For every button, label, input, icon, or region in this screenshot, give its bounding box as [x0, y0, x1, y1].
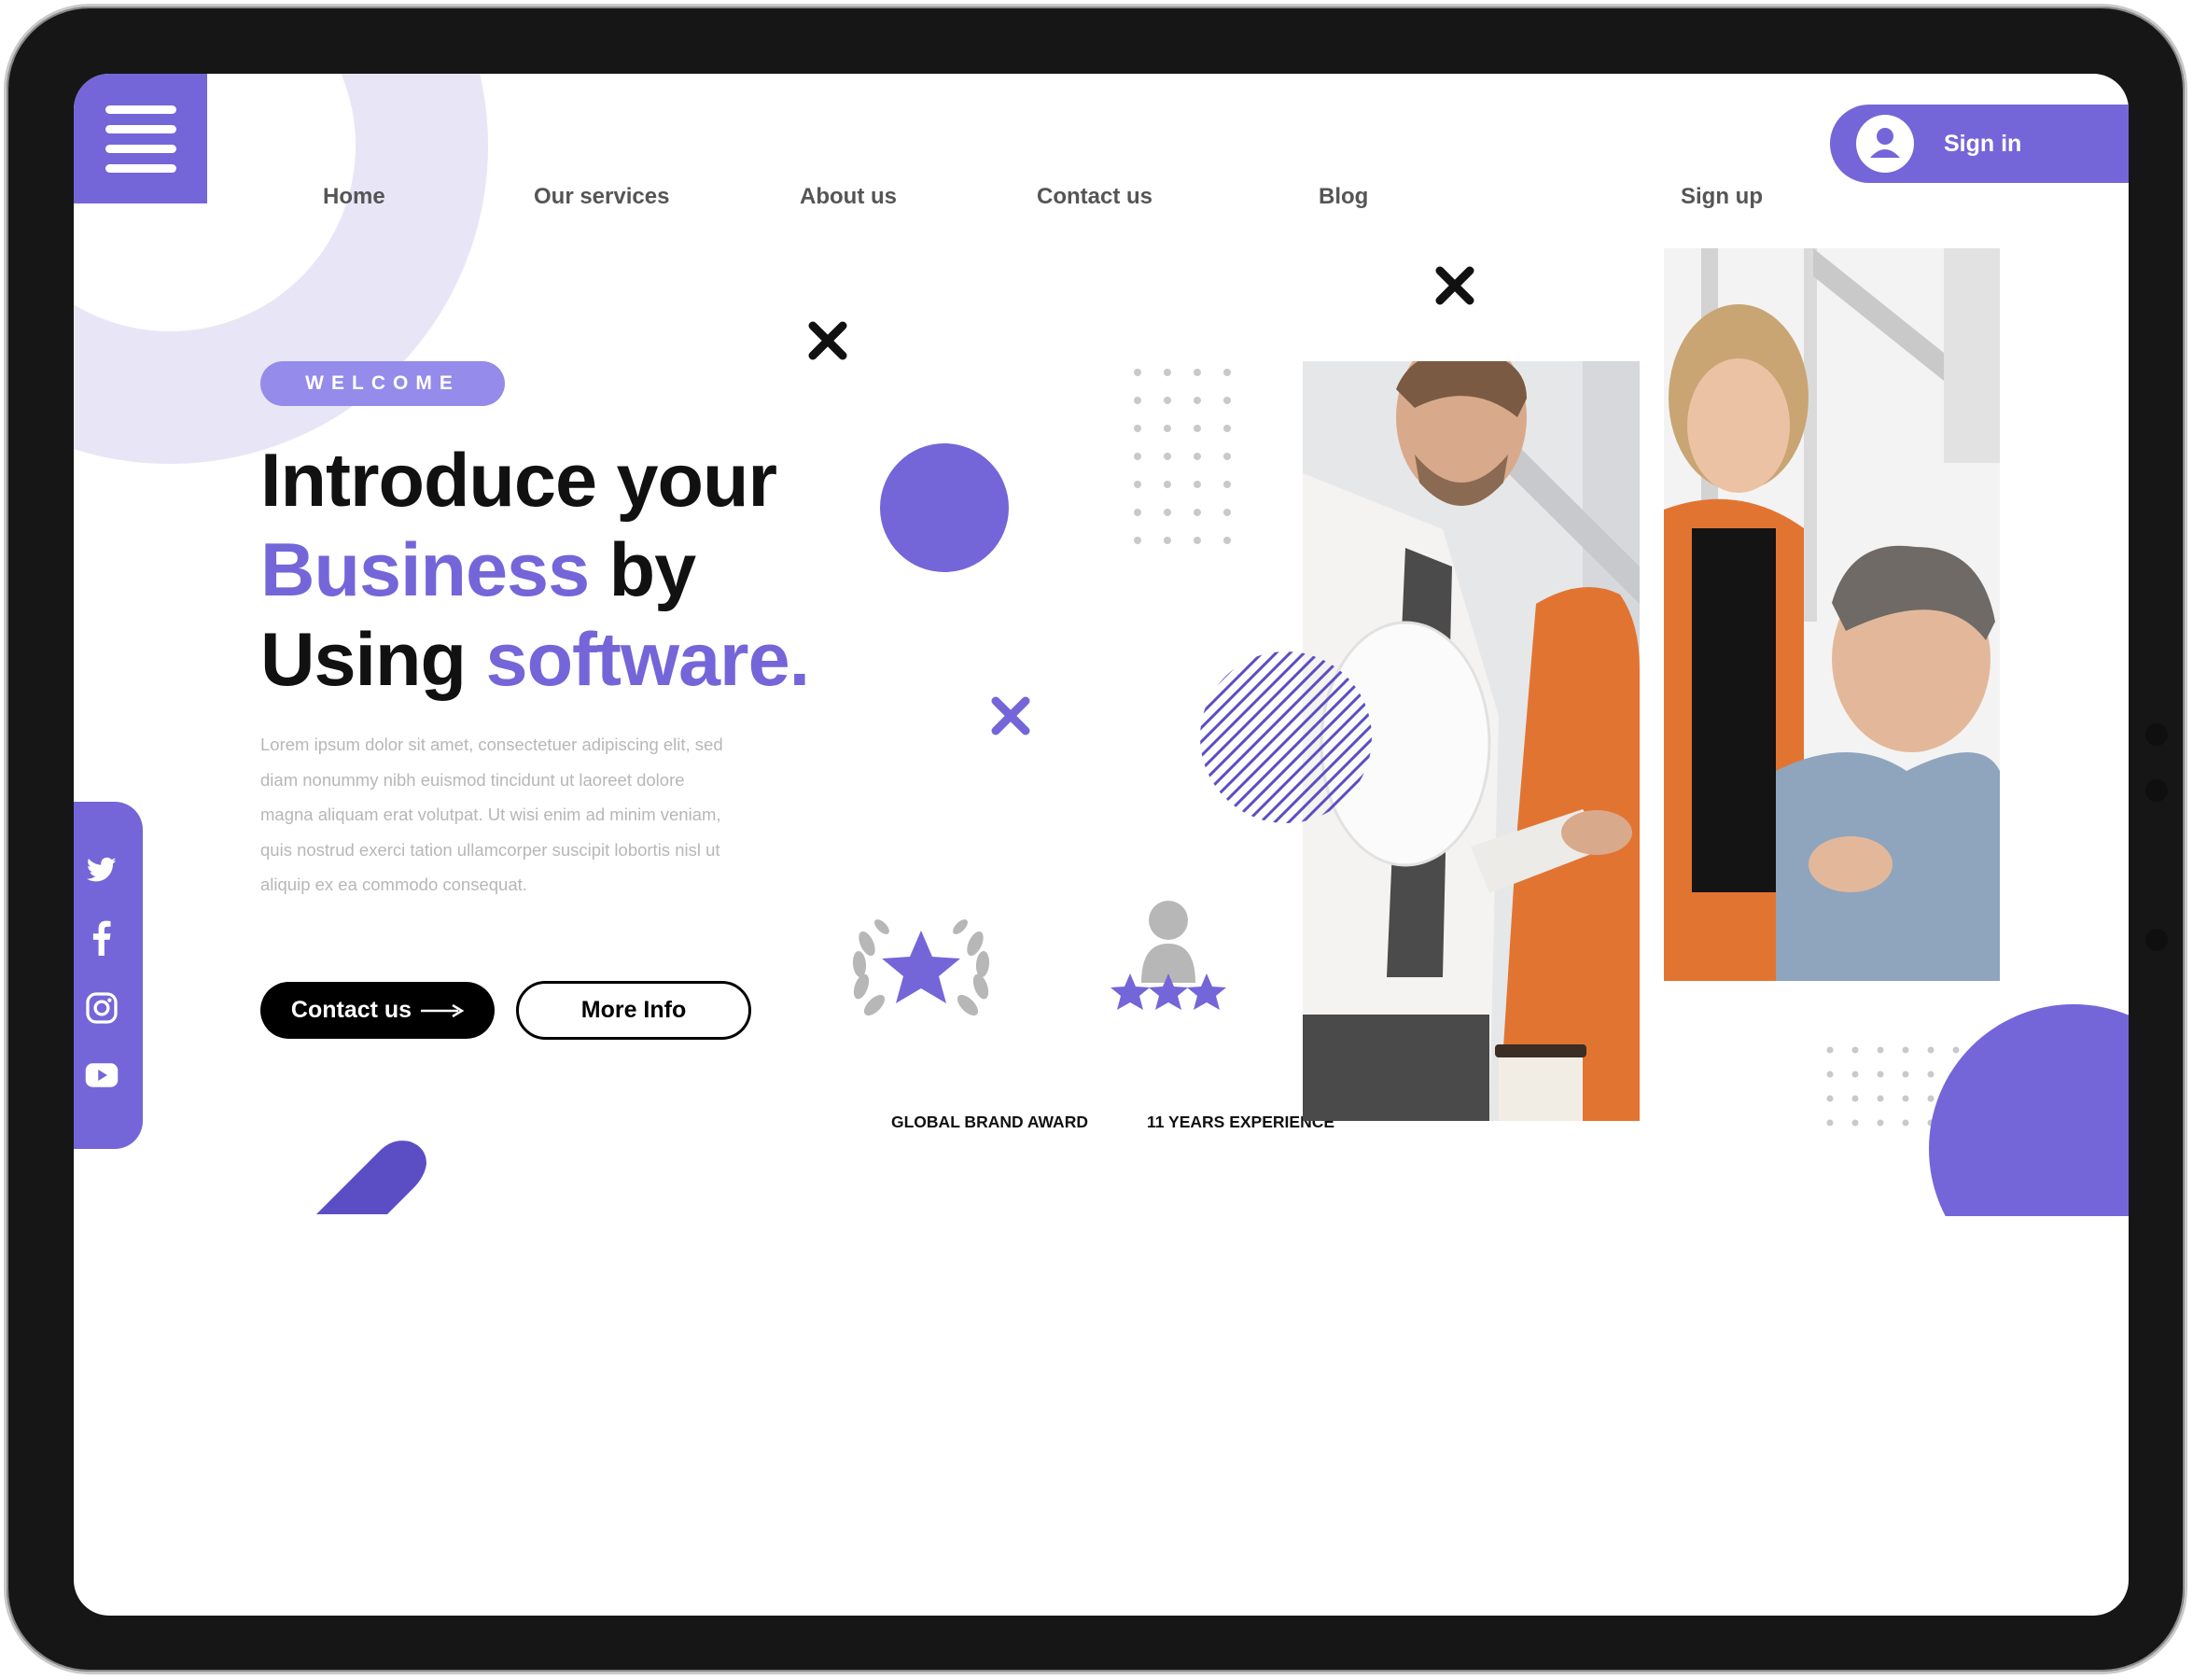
- hamburger-line: [105, 144, 176, 153]
- nav-about-us[interactable]: About us: [800, 184, 897, 223]
- description-line: quis nostrud exerci tation ullamcorper s…: [260, 839, 720, 860]
- nav-home[interactable]: Home: [323, 184, 385, 223]
- facebook-icon[interactable]: [85, 920, 119, 956]
- contact-us-button-label: Contact us: [290, 997, 412, 1023]
- signin-label: Sign in: [1944, 130, 2022, 157]
- tablet-side-button: [2145, 929, 2168, 951]
- decorative-circle: [880, 443, 1009, 572]
- signin-button[interactable]: Sign in: [1830, 105, 2129, 183]
- hero-headline: Introduce your Business by Using softwar…: [260, 436, 811, 705]
- global-brand-award-label: GLOBAL BRAND AWARD: [891, 1113, 1088, 1131]
- headline-accent-software: software.: [485, 618, 811, 702]
- signup-label: Sign up: [1681, 184, 1763, 209]
- headline-accent-business: Business: [260, 528, 590, 612]
- hamburger-line: [105, 105, 176, 114]
- nav-contact-us[interactable]: Contact us: [1037, 184, 1152, 223]
- contact-us-button[interactable]: Contact us: [260, 982, 495, 1039]
- signup-link[interactable]: Sign up: [1681, 184, 1763, 223]
- nav-our-services-label: Our services: [534, 184, 670, 209]
- nav-blog-label: Blog: [1319, 184, 1369, 209]
- website-screen: Home Our services About us Contact us Bl…: [74, 74, 2129, 1616]
- more-info-button-label: More Info: [580, 997, 687, 1023]
- team-photo-right: [1664, 248, 2000, 981]
- nav-contact-us-label: Contact us: [1037, 184, 1153, 209]
- nav-about-us-label: About us: [800, 184, 897, 209]
- decorative-striped-circle: [1200, 651, 1372, 823]
- headline-line-1: Introduce your: [260, 439, 777, 523]
- arrow-right-icon: [421, 1003, 465, 1017]
- decorative-dot-grid: [1134, 369, 1231, 544]
- twitter-icon[interactable]: [85, 853, 119, 887]
- decorative-dot-grid: [1826, 1046, 1960, 1127]
- description-line: diam nonummy nibh euismod tincidunt ut l…: [260, 769, 685, 790]
- welcome-badge: WELCOME: [260, 361, 505, 406]
- headline-by: by: [589, 528, 697, 612]
- description-line: magna aliquam erat volutpat. Ut wisi eni…: [260, 805, 721, 824]
- nav-blog[interactable]: Blog: [1319, 184, 1368, 223]
- person-three-stars-icon: [1110, 901, 1226, 1010]
- hamburger-menu-button[interactable]: [74, 74, 207, 203]
- user-avatar-icon: [1856, 115, 1914, 173]
- decorative-x-mark: [991, 696, 1030, 735]
- more-info-button[interactable]: More Info: [516, 981, 751, 1040]
- youtube-icon[interactable]: [85, 1058, 119, 1092]
- social-bar: [74, 802, 143, 1149]
- instagram-icon[interactable]: [85, 991, 119, 1025]
- tablet-frame: Home Our services About us Contact us Bl…: [4, 4, 2187, 1674]
- laurel-star-award-icon: [852, 919, 990, 1016]
- decorative-x-mark: [808, 321, 847, 360]
- tablet-side-button: [2145, 723, 2168, 746]
- hamburger-line: [105, 124, 176, 133]
- decorative-pill: [316, 1141, 426, 1214]
- tablet-side-button: [2145, 779, 2168, 802]
- description-line: Lorem ipsum dolor sit amet, consectetuer…: [260, 735, 723, 754]
- description-line: aliquip ex ea commodo consequat.: [260, 875, 527, 894]
- headline-using: Using: [260, 618, 486, 702]
- decorative-x-mark: [1435, 266, 1474, 305]
- hamburger-line: [105, 163, 176, 173]
- nav-our-services[interactable]: Our services: [534, 184, 669, 223]
- nav-home-label: Home: [323, 184, 385, 209]
- hero-description: Lorem ipsum dolor sit amet, consectetuer…: [260, 727, 820, 903]
